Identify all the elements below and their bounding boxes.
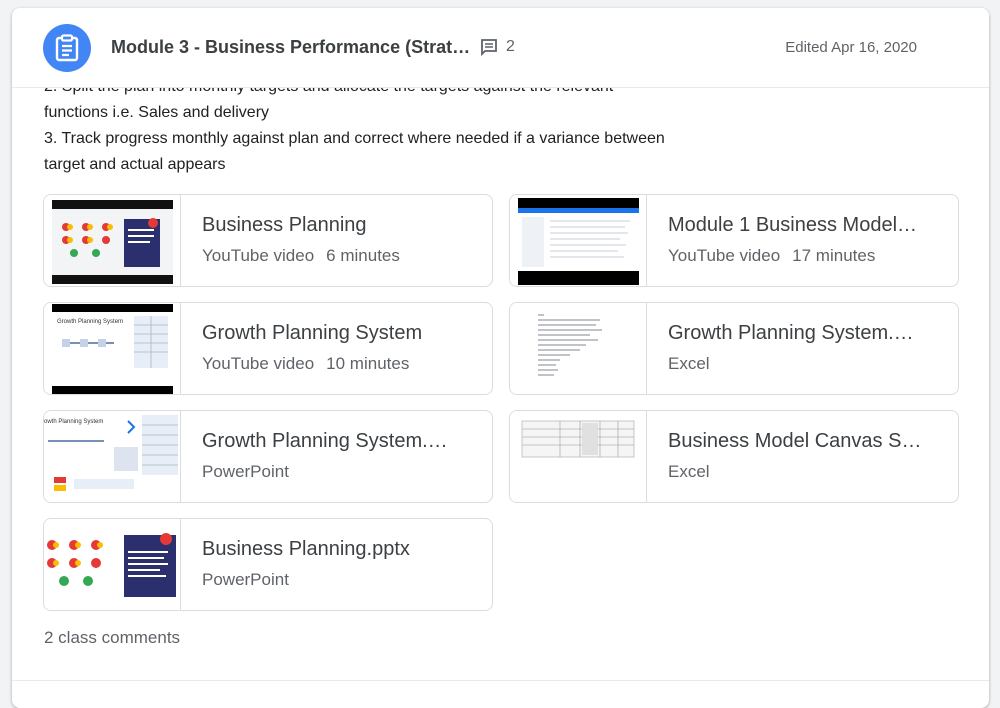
attachment-title: Module 1 Business Model… [668, 214, 918, 236]
attachment-meta: YouTube video 10 minutes [202, 354, 410, 373]
svg-text:owth Planning System: owth Planning System [44, 419, 103, 425]
description-line: 3. Track progress monthly against plan a… [44, 130, 665, 147]
comment-icon [481, 39, 497, 56]
divider [12, 680, 989, 681]
attachment-growth-powerpoint[interactable]: owth Planning System Growth Planning Sys… [43, 410, 493, 503]
video-thumbnail [510, 195, 647, 286]
comment-count-value: 2 [506, 38, 515, 55]
file-thumbnail [44, 519, 181, 610]
attachment-title: Growth Planning System [202, 322, 423, 344]
attachment-title: Business Planning [202, 214, 367, 236]
description-line: target and actual appears [44, 156, 226, 173]
comment-count[interactable]: 2 [480, 38, 515, 56]
video-thumbnail [44, 195, 181, 286]
attachment-business-planning-pptx[interactable]: Business Planning.pptx PowerPoint [43, 518, 493, 611]
assignment-description: 2. Split the plan into monthly targets a… [44, 74, 744, 178]
classwork-card: Module 3 - Business Performance (Strat… … [12, 8, 989, 708]
class-comments-link[interactable]: 2 class comments [44, 628, 180, 648]
file-thumbnail: owth Planning System [44, 411, 181, 502]
attachment-meta: PowerPoint [202, 570, 289, 589]
attachment-business-planning-video[interactable]: Business Planning YouTube video 6 minutes [43, 194, 493, 287]
attachment-canvas-excel[interactable]: Business Model Canvas S… Excel [509, 410, 959, 503]
card-header: Module 3 - Business Performance (Strat… … [12, 8, 989, 88]
assignment-avatar [43, 24, 91, 72]
attachment-meta: PowerPoint [202, 462, 289, 481]
description-line: functions i.e. Sales and delivery [44, 104, 270, 121]
file-thumbnail [510, 411, 647, 502]
attachment-meta: YouTube video 6 minutes [202, 246, 400, 265]
attachment-meta: YouTube video 17 minutes [668, 246, 876, 265]
clipboard-icon [55, 34, 79, 62]
attachment-title: Business Model Canvas S… [668, 430, 922, 452]
attachment-title: Business Planning.pptx [202, 538, 410, 560]
file-thumbnail [510, 303, 647, 394]
video-thumbnail: Growth Planning System [44, 303, 181, 394]
attachment-growth-excel[interactable]: Growth Planning System.… Excel [509, 302, 959, 395]
assignment-title[interactable]: Module 3 - Business Performance (Strat… [111, 37, 470, 58]
attachment-module1-video[interactable]: Module 1 Business Model… YouTube video 17… [509, 194, 959, 287]
attachment-growth-video[interactable]: Growth Planning System Growth Planning S… [43, 302, 493, 395]
edited-date: Edited Apr 16, 2020 [785, 39, 917, 56]
attachment-meta: Excel [668, 462, 710, 481]
attachment-meta: Excel [668, 354, 710, 373]
attachment-title: Growth Planning System.… [202, 430, 448, 452]
attachment-title: Growth Planning System.… [668, 322, 914, 344]
svg-text:Growth Planning System: Growth Planning System [57, 319, 123, 325]
